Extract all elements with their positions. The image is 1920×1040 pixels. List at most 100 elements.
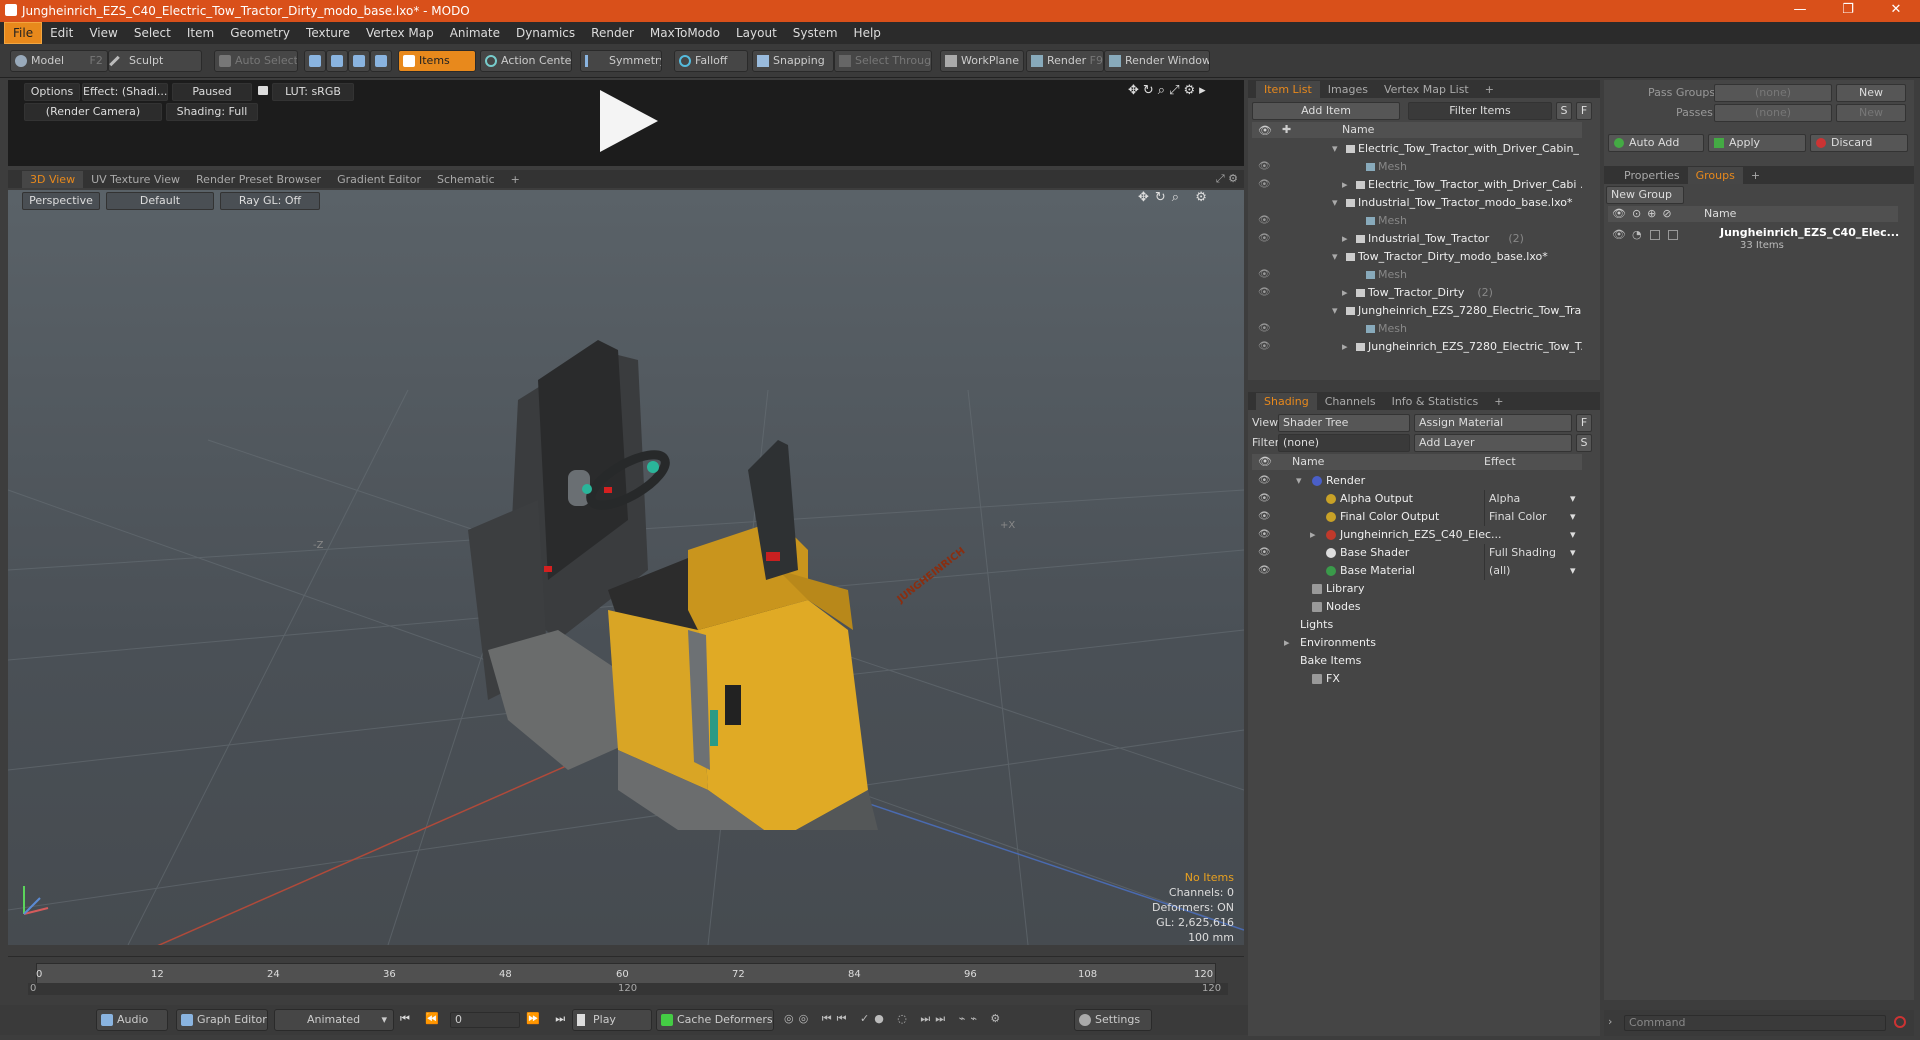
eye-icon[interactable]: 👁 xyxy=(1258,338,1271,356)
menu-help[interactable]: Help xyxy=(846,23,889,43)
add-tab-icon[interactable]: + xyxy=(503,171,528,188)
workplane-button[interactable]: WorkPlane xyxy=(940,50,1024,72)
add-tab-icon[interactable]: + xyxy=(1477,81,1502,98)
shading-s-button[interactable]: S xyxy=(1576,434,1592,452)
dropdown-arrow-icon[interactable]: ▾ xyxy=(1570,490,1576,508)
auto-select-button[interactable]: Auto Select xyxy=(214,50,298,72)
tab-groups[interactable]: Groups xyxy=(1687,167,1743,184)
shading-filter-dropdown[interactable]: (none) xyxy=(1278,434,1410,452)
shader-row[interactable]: 👁 ▸ Jungheinrich_EZS_C40_Elec... ▾ xyxy=(1252,526,1582,544)
skip-start-icon[interactable]: ⏮ ⏪ xyxy=(400,1012,445,1026)
tab-gradient-editor[interactable]: Gradient Editor xyxy=(329,171,429,188)
preview-tools-icons[interactable]: ✥↻⌕⤢⚙▸ xyxy=(1128,83,1210,98)
menu-vertex-map[interactable]: Vertex Map xyxy=(358,23,442,43)
eye-icon[interactable]: 👁 xyxy=(1258,490,1271,508)
dropdown-arrow-icon[interactable]: ▾ xyxy=(1570,508,1576,526)
key-tools-icons[interactable]: ◎◎ ⏮⏮ ✓● ◌ ⏭⏭ ⌁⌁ ⚙ xyxy=(784,1012,1005,1026)
menu-animate[interactable]: Animate xyxy=(442,23,508,43)
expand-down-icon[interactable]: ▾ xyxy=(1296,472,1302,490)
menu-file[interactable]: File xyxy=(4,22,43,44)
eye-icon[interactable]: 👁 xyxy=(1258,526,1271,544)
dropdown-arrow-icon[interactable]: ▾ xyxy=(1570,526,1576,544)
animated-dropdown[interactable]: Animated ▾ xyxy=(274,1009,394,1031)
menu-item[interactable]: Item xyxy=(179,23,222,43)
menu-view[interactable]: View xyxy=(81,23,125,43)
lock-icon[interactable] xyxy=(258,86,268,95)
graph-editor-button[interactable]: Graph Editor xyxy=(176,1009,268,1031)
menu-dynamics[interactable]: Dynamics xyxy=(508,23,583,43)
new-pass-group-button[interactable]: New xyxy=(1836,84,1906,102)
item-row-scene[interactable]: ▾ Electric_Tow_Tractor_with_Driver_Cabin_… xyxy=(1252,140,1582,158)
snapping-button[interactable]: Snapping xyxy=(752,50,834,72)
vertex-mode-button[interactable] xyxy=(304,50,326,72)
shading-f-button[interactable]: F xyxy=(1576,414,1592,432)
tab-shading[interactable]: Shading xyxy=(1256,393,1317,410)
add-tab-icon[interactable]: + xyxy=(1486,393,1511,410)
new-group-button[interactable]: New Group xyxy=(1606,186,1684,204)
expand-right-icon[interactable]: ▸ xyxy=(1342,284,1348,302)
passes-dropdown[interactable]: (none) xyxy=(1714,104,1832,122)
item-row-mesh[interactable]: 👁 Mesh xyxy=(1252,266,1582,284)
menu-system[interactable]: System xyxy=(785,23,846,43)
dropdown-arrow-icon[interactable]: ▾ xyxy=(1570,544,1576,562)
tab-channels[interactable]: Channels xyxy=(1317,393,1384,410)
eye-icon[interactable]: 👁 xyxy=(1258,508,1271,526)
shader-row[interactable]: 👁 Final Color Output Final Color ▾ xyxy=(1252,508,1582,526)
cache-deformers-button[interactable]: Cache Deformers xyxy=(656,1009,774,1031)
item-row-mesh[interactable]: 👁 Mesh xyxy=(1252,212,1582,230)
tab-images[interactable]: Images xyxy=(1320,81,1376,98)
item-row-item[interactable]: 👁 ▸ Electric_Tow_Tractor_with_Driver_Cabi … xyxy=(1252,176,1582,194)
add-tab-icon[interactable]: + xyxy=(1743,167,1768,184)
expand-right-icon[interactable]: ▸ xyxy=(1284,634,1290,652)
shader-effect[interactable]: (all) xyxy=(1484,562,1580,580)
settings-button[interactable]: Settings xyxy=(1074,1009,1152,1031)
shader-effect[interactable]: Alpha xyxy=(1484,490,1580,508)
sculpt-button[interactable]: Sculpt xyxy=(108,50,202,72)
shader-row[interactable]: 👁 Alpha Output Alpha ▾ xyxy=(1252,490,1582,508)
shader-row[interactable]: 👁 Base Shader Full Shading ▾ xyxy=(1252,544,1582,562)
new-pass-button[interactable]: New xyxy=(1836,104,1906,122)
item-row-scene[interactable]: ▾ Tow_Tractor_Dirty_modo_base.lxo* xyxy=(1252,248,1582,266)
shader-row[interactable]: Library xyxy=(1252,580,1582,598)
eye-icon[interactable]: 👁 xyxy=(1258,230,1271,248)
shader-tree-dropdown[interactable]: Shader Tree xyxy=(1278,414,1410,432)
expand-down-icon[interactable]: ▾ xyxy=(1332,248,1338,266)
dropdown-arrow-icon[interactable]: ▾ xyxy=(1570,562,1576,580)
menu-layout[interactable]: Layout xyxy=(728,23,785,43)
tab-item-list[interactable]: Item List xyxy=(1256,81,1320,98)
eye-icon[interactable]: 👁 xyxy=(1258,284,1271,302)
timeline[interactable]: 0 12 24 36 48 60 72 84 96 108 120 0 120 … xyxy=(8,956,1244,998)
preview-options-button[interactable]: Options xyxy=(24,83,80,101)
item-row-mesh[interactable]: 👁 Mesh xyxy=(1252,320,1582,338)
tab-uv-texture-view[interactable]: UV Texture View xyxy=(83,171,188,188)
shader-row[interactable]: Lights xyxy=(1252,616,1582,634)
expand-right-icon[interactable]: ▸ xyxy=(1310,526,1316,544)
symmetry-button[interactable]: Symmetry xyxy=(580,50,662,72)
preview-effect-dropdown[interactable]: Effect: (Shadi... xyxy=(82,83,168,101)
shader-row[interactable]: Nodes xyxy=(1252,598,1582,616)
shader-effect[interactable]: Full Shading xyxy=(1484,544,1580,562)
menu-texture[interactable]: Texture xyxy=(298,23,358,43)
apply-button[interactable]: Apply xyxy=(1708,134,1806,152)
step-forward-icon[interactable]: ⏩ ⏭ xyxy=(526,1012,571,1026)
select-through-button[interactable]: Select Through xyxy=(834,50,932,72)
menu-render[interactable]: Render xyxy=(583,23,642,43)
eye-icon[interactable]: 👁 xyxy=(1258,176,1271,194)
menu-geometry[interactable]: Geometry xyxy=(222,23,298,43)
expand-right-icon[interactable]: ▸ xyxy=(1342,176,1348,194)
command-history-icon[interactable] xyxy=(1894,1016,1906,1028)
frame-field[interactable]: 0 xyxy=(450,1012,520,1028)
menu-edit[interactable]: Edit xyxy=(42,23,81,43)
preview-paused-button[interactable]: Paused xyxy=(172,83,252,101)
add-layer-dropdown[interactable]: Add Layer xyxy=(1414,434,1572,452)
play-button[interactable]: Play xyxy=(572,1009,652,1031)
shader-effect[interactable]: Final Color xyxy=(1484,508,1580,526)
item-row-mesh[interactable]: 👁 Mesh xyxy=(1252,158,1582,176)
expand-down-icon[interactable]: ▾ xyxy=(1332,194,1338,212)
eye-icon[interactable]: 👁 xyxy=(1258,158,1271,176)
eye-icon[interactable]: 👁 xyxy=(1258,212,1271,230)
material-mode-button[interactable] xyxy=(370,50,392,72)
menu-select[interactable]: Select xyxy=(126,23,179,43)
falloff-button[interactable]: Falloff xyxy=(674,50,748,72)
expand-down-icon[interactable]: ▾ xyxy=(1332,302,1338,320)
